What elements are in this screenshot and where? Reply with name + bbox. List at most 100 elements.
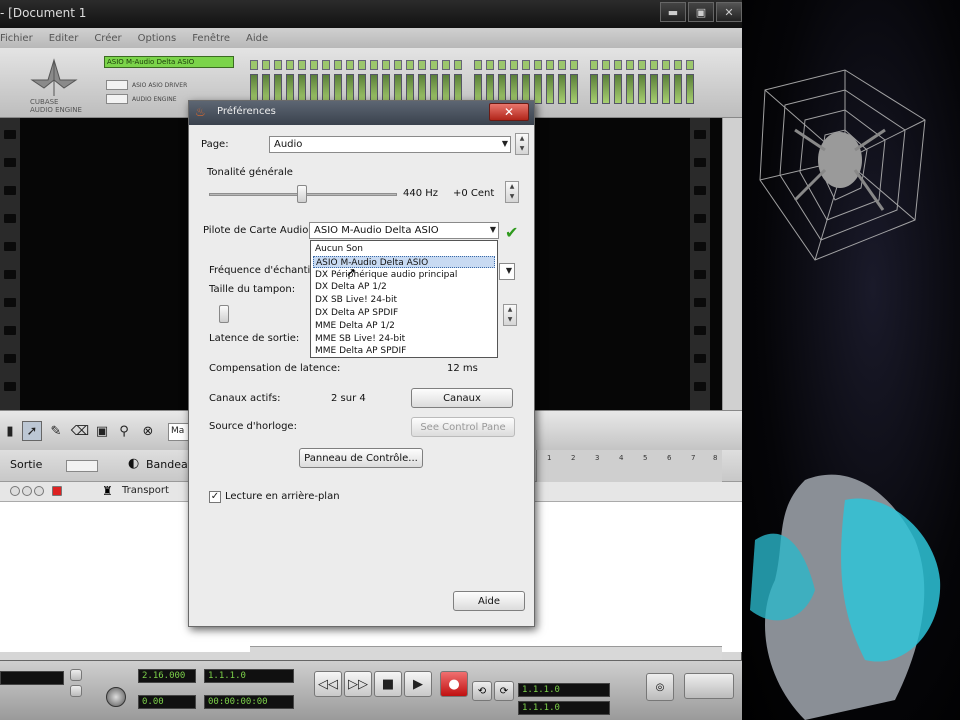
horizontal-scrollbar[interactable] — [250, 646, 722, 660]
page-label: Page: — [201, 139, 229, 150]
close-button[interactable]: ✕ — [716, 2, 742, 22]
driver-select-value: ASIO M-Audio Delta ASIO — [314, 225, 439, 236]
meter-cap — [474, 60, 482, 70]
meter-cap — [674, 60, 682, 70]
driver-option[interactable]: Aucun Son — [313, 243, 495, 255]
track-led[interactable] — [22, 486, 32, 496]
transport-radio-2[interactable] — [70, 685, 82, 697]
page-select[interactable]: Audio ▼ — [269, 136, 511, 153]
help-button[interactable]: Aide — [453, 591, 525, 611]
driver-option[interactable]: DX SB Live! 24-bit — [313, 294, 495, 306]
level-meter — [602, 74, 610, 104]
maximize-button[interactable]: ▣ — [688, 2, 714, 22]
tonality-label: Tonalité générale — [207, 167, 293, 178]
sprocket-hole — [4, 242, 16, 251]
pencil-tool-icon[interactable]: ✎ — [46, 421, 66, 441]
samplerate-select[interactable]: ▼ — [499, 263, 515, 280]
forward-button[interactable]: ▷▷ — [344, 671, 372, 697]
driver-option[interactable]: DX Delta AP 1/2 — [313, 281, 495, 293]
film-strip-left — [0, 118, 20, 410]
mini-button-2[interactable] — [106, 94, 128, 104]
cycle-button[interactable]: ⟲ — [472, 681, 492, 701]
sprocket-hole — [4, 186, 16, 195]
pointer-tool-icon[interactable]: ➚ — [22, 421, 42, 441]
tonality-slider-thumb[interactable] — [297, 185, 307, 203]
channels-button[interactable]: Canaux — [411, 388, 513, 408]
level-meter — [650, 74, 658, 104]
track-led[interactable] — [34, 486, 44, 496]
metronome-icon[interactable]: ◎ — [646, 673, 674, 701]
record-button[interactable]: ● — [440, 671, 468, 697]
meter-cap — [250, 60, 258, 70]
meter-cap — [486, 60, 494, 70]
buffer-slider-thumb[interactable] — [219, 305, 229, 323]
minimize-button[interactable]: ▬ — [660, 2, 686, 22]
menu-edit[interactable]: Editer — [49, 33, 79, 44]
background-play-checkbox[interactable]: ✓ — [209, 491, 221, 503]
buffer-label: Taille du tampon: — [209, 284, 296, 295]
meter-cap — [534, 60, 542, 70]
ruler-tick: 5 — [643, 454, 648, 462]
meter-cap — [394, 60, 402, 70]
driver-option[interactable]: ASIO M-Audio Delta ASIO — [313, 255, 495, 268]
driver-option[interactable]: MME Delta AP SPDIF — [313, 345, 495, 357]
menu-options[interactable]: Options — [138, 33, 177, 44]
punch-button[interactable]: ⟳ — [494, 681, 514, 701]
transport-radio-1[interactable] — [70, 669, 82, 681]
driver-option[interactable]: MME Delta AP 1/2 — [313, 320, 495, 332]
vertical-scrollbar[interactable] — [722, 118, 742, 410]
spider-web-image — [759, 69, 926, 261]
volume-knob[interactable] — [106, 687, 126, 707]
meter-cap — [522, 60, 530, 70]
output-toggle[interactable] — [66, 460, 98, 472]
menu-help[interactable]: Aide — [246, 33, 268, 44]
eraser-tool-icon[interactable]: ⌫ — [70, 421, 90, 441]
control-panel-button[interactable]: Panneau de Contrôle... — [299, 448, 423, 468]
active-channels-label: Canaux actifs: — [209, 393, 281, 404]
buffer-spin[interactable]: ▲ ▼ — [503, 304, 517, 326]
bars-display: 1.1.1.0 — [204, 669, 294, 683]
track-led[interactable] — [10, 486, 20, 496]
driver-select[interactable]: ASIO M-Audio Delta ASIO ▼ — [309, 222, 499, 239]
stop-button[interactable]: ■ — [374, 671, 402, 697]
meter-cap — [346, 60, 354, 70]
driver-option[interactable]: DX Périphérique audio principal — [313, 269, 495, 281]
track-name: Transport — [122, 485, 169, 496]
meter-cap — [650, 60, 658, 70]
record-enable-led[interactable] — [52, 486, 62, 496]
tonality-cent: +0 Cent — [453, 188, 495, 199]
level-meter — [686, 74, 694, 104]
camera-tool-icon[interactable]: ▣ — [92, 421, 112, 441]
clock-source-select[interactable]: See Control Pane — [411, 417, 515, 437]
ribbon-icon: ◐ — [128, 456, 140, 471]
mini-label-2: AUDIO ENGINE — [132, 96, 177, 103]
rewind-button[interactable]: ◁◁ — [314, 671, 342, 697]
menu-window[interactable]: Fenêtre — [192, 33, 230, 44]
logo-caption: CUBASE AUDIO ENGINE — [30, 98, 82, 114]
driver-option[interactable]: MME SB Live! 24-bit — [313, 333, 495, 345]
meter-cap — [498, 60, 506, 70]
meter-cap — [274, 60, 282, 70]
driver-option[interactable]: DX Delta AP SPDIF — [313, 307, 495, 319]
position-display: 2.16.000 — [138, 669, 196, 683]
level-meter — [626, 74, 634, 104]
mute-tool-icon[interactable]: ⊗ — [138, 421, 158, 441]
zoom-tool-icon[interactable]: ⚲ — [114, 421, 134, 441]
transport-track-icon: ♜ — [102, 484, 113, 498]
page-spin[interactable]: ▲ ▼ — [515, 133, 529, 155]
menu-file[interactable]: Fichier — [0, 33, 33, 44]
ruler-tick: 2 — [571, 454, 576, 462]
mini-button-1[interactable] — [106, 80, 128, 90]
timeline-ruler[interactable]: 1 2 3 4 5 6 7 8 — [536, 450, 722, 482]
tonality-spin[interactable]: ▲ ▼ — [505, 181, 519, 203]
menu-create[interactable]: Créer — [94, 33, 121, 44]
play-button[interactable]: ▶ — [404, 671, 432, 697]
sprocket-hole — [694, 354, 706, 363]
sync-button[interactable] — [684, 673, 734, 699]
dialog-close-button[interactable]: ✕ — [489, 103, 529, 121]
title-bar: - [Document 1 ▬ ▣ ✕ — [0, 0, 742, 28]
ruler-tick: 3 — [595, 454, 600, 462]
chevron-down-icon: ▼ — [501, 139, 508, 148]
snap-icon[interactable]: ▮ — [0, 421, 20, 441]
active-channels-value: 2 sur 4 — [331, 393, 366, 404]
